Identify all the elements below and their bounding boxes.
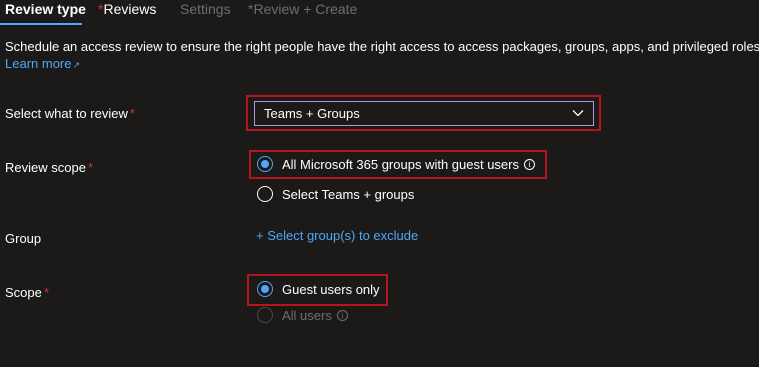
radio-button-disabled (257, 307, 273, 323)
tab-review-type[interactable]: Review type (5, 0, 86, 18)
radio-button-selected[interactable] (257, 156, 273, 172)
tab-review-create-label: Review + Create (253, 1, 358, 17)
group-label: Group (5, 231, 42, 246)
external-link-icon: ↗ (72, 60, 81, 70)
info-icon[interactable]: i (336, 309, 348, 321)
tab-review-type-label: Review type (5, 1, 86, 17)
radio-guest-users-only-label: Guest users only (282, 281, 380, 297)
radio-all-m365-groups[interactable]: All Microsoft 365 groups with guest user… (257, 154, 535, 174)
radio-all-users-label: All users (282, 307, 332, 323)
select-what-label: Select what to review * (5, 106, 135, 122)
radio-all-users: All users i (257, 305, 348, 325)
tab-settings[interactable]: Settings (180, 0, 231, 18)
select-what-dropdown[interactable]: Teams + Groups (254, 101, 594, 126)
scope-label: Scope * (5, 285, 49, 301)
tab-reviews-label: Reviews (103, 1, 157, 17)
review-scope-label: Review scope * (5, 160, 93, 176)
info-icon[interactable]: i (524, 158, 535, 170)
radio-all-m365-groups-label: All Microsoft 365 groups with guest user… (282, 156, 519, 172)
tab-reviews[interactable]: *Reviews (98, 0, 156, 18)
radio-button[interactable] (257, 186, 273, 202)
review-scope-label-text: Review scope (5, 160, 86, 175)
learn-more-link[interactable]: Learn more↗ (5, 56, 80, 73)
radio-select-teams-groups[interactable]: Select Teams + groups (257, 184, 414, 204)
radio-button-selected[interactable] (257, 281, 273, 297)
required-marker: * (87, 160, 93, 175)
learn-more-label: Learn more (5, 56, 72, 71)
required-marker: * (43, 285, 49, 300)
tab-settings-label: Settings (180, 1, 231, 17)
chevron-down-icon (572, 110, 584, 117)
select-groups-exclude-link[interactable]: + Select group(s) to exclude (256, 228, 418, 244)
select-what-label-text: Select what to review (5, 106, 128, 121)
scope-label-text: Scope (5, 285, 42, 300)
active-tab-indicator (0, 23, 82, 25)
required-marker: * (129, 106, 135, 121)
radio-select-teams-groups-label: Select Teams + groups (282, 186, 415, 202)
select-what-value: Teams + Groups (264, 106, 360, 121)
tab-review-create[interactable]: *Review + Create (248, 0, 357, 18)
radio-guest-users-only[interactable]: Guest users only (257, 279, 380, 299)
page-description: Schedule an access review to ensure the … (5, 39, 759, 54)
